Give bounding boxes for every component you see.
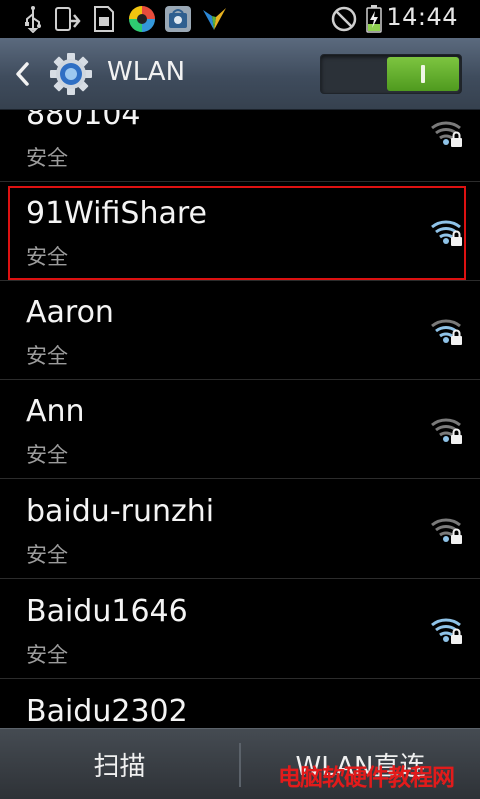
clock: 14:44 — [386, 3, 458, 31]
settings-gear-icon[interactable] — [48, 51, 94, 97]
wifi-weak-locked-icon — [430, 117, 464, 149]
network-security: 安全 — [26, 344, 68, 368]
network-security: 安全 — [26, 146, 68, 170]
toggle-on-indicator — [421, 65, 425, 83]
back-arrow-icon[interactable] — [12, 58, 32, 90]
butterfly-app-icon — [198, 4, 230, 34]
network-item[interactable]: 880104 安全 — [0, 110, 480, 182]
network-ssid: baidu-runzhi — [26, 494, 215, 529]
network-ssid: Aaron — [26, 295, 114, 330]
network-security: 安全 — [26, 443, 68, 467]
sim-icon — [90, 4, 118, 34]
toggle-on-thumb — [387, 57, 459, 91]
selection-highlight — [8, 186, 466, 280]
store-app-icon — [162, 4, 194, 34]
scan-button[interactable]: 扫描 — [0, 729, 239, 799]
network-ssid: Baidu2302 — [26, 694, 188, 728]
wlan-toggle[interactable] — [320, 54, 462, 94]
network-ssid: Baidu1646 — [26, 594, 188, 629]
wifi-medium-locked-icon — [430, 315, 464, 347]
status-bar: 14:44 — [0, 0, 480, 38]
network-item[interactable]: Ann 安全 — [0, 380, 480, 479]
app-update-icon — [52, 4, 82, 34]
battery-charging-icon — [364, 4, 384, 34]
photos-app-icon — [126, 4, 158, 34]
network-item[interactable]: baidu-runzhi 安全 — [0, 480, 480, 579]
mute-icon — [330, 4, 358, 34]
network-item[interactable]: Baidu1646 安全 — [0, 580, 480, 679]
wifi-weak-locked-icon — [430, 514, 464, 546]
network-ssid: 880104 — [26, 110, 141, 132]
network-security: 安全 — [26, 543, 68, 567]
watermark: 电脑软硬件教程网 — [278, 765, 455, 791]
wifi-weak-locked-icon — [430, 414, 464, 446]
wifi-strong-locked-icon — [430, 614, 464, 646]
usb-icon — [20, 4, 46, 34]
page-title: WLAN — [107, 57, 186, 87]
action-bar: WLAN — [0, 38, 480, 110]
network-item[interactable]: Aaron 安全 — [0, 281, 480, 380]
network-item[interactable]: Baidu2302 — [0, 680, 480, 728]
network-ssid: Ann — [26, 394, 85, 429]
network-security: 安全 — [26, 643, 68, 667]
